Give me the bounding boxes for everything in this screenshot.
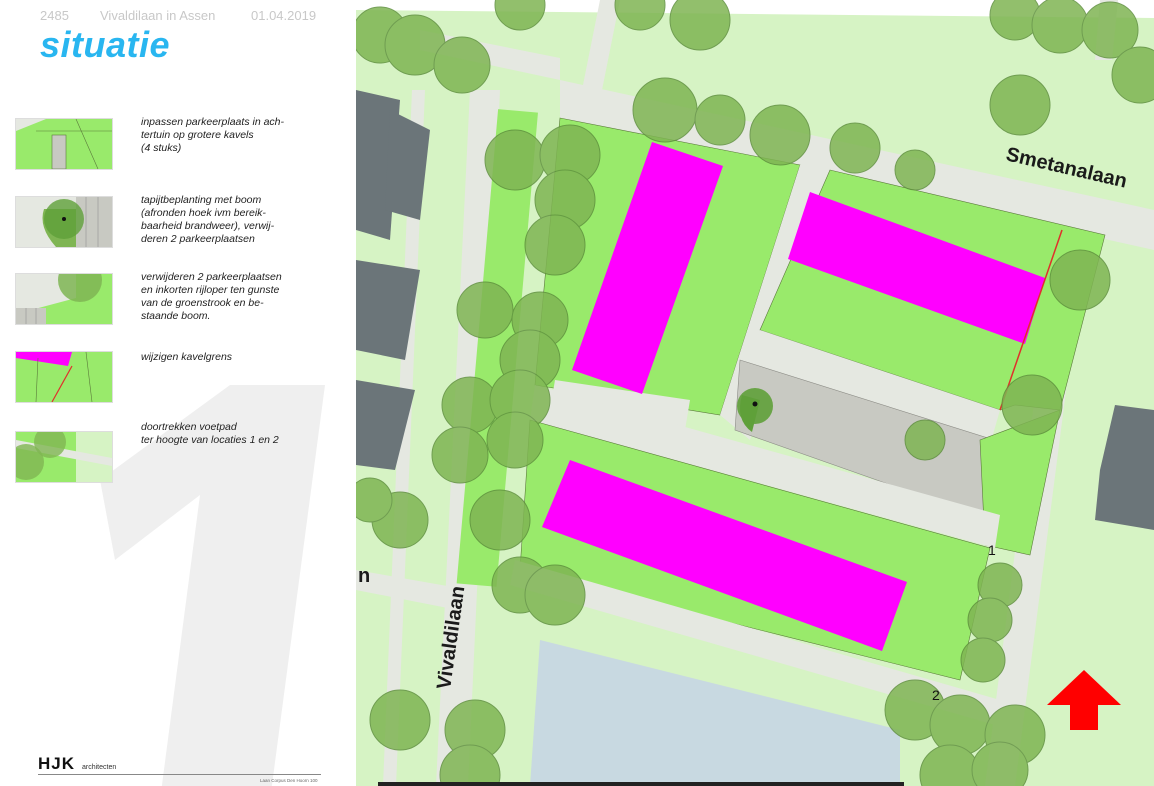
legend-text-plot-boundary: wijzigen kavelgrens (141, 351, 233, 363)
project-name: Vivaldilaan in Assen (100, 8, 216, 23)
location-marker-1: 1 (988, 542, 996, 558)
legend-thumb-parking-backyard (15, 118, 113, 170)
legend-text-remove-parking: verwijderen 2 parkeerplaatsen en inkorte… (141, 271, 282, 322)
logo-subtitle: architecten (82, 764, 117, 771)
page-title: situatie (40, 24, 171, 65)
street-label-partial: n (358, 565, 370, 587)
legend-thumb-carpet-planting (15, 196, 113, 248)
legend-thumb-footpath (15, 431, 113, 483)
logo-address: Laan Corpus Den Hoorn 100 (260, 778, 318, 783)
legend-text-footpath: doortrekken voetpad ter hoogte van locat… (141, 421, 279, 446)
location-marker-2: 2 (932, 687, 940, 703)
legend-text-carpet-planting: tapijtbeplanting met boom (afronden hoek… (141, 194, 275, 245)
site-plan-map: Smetanalaan Vivaldilaan n 1 2 (356, 0, 1154, 786)
legend-thumb-remove-parking (15, 273, 113, 325)
hjk-logo: HJK (38, 754, 76, 773)
project-date: 01.04.2019 (251, 8, 317, 23)
legend-text-parking-backyard: inpassen parkeerplaats in ach- tertuin o… (141, 116, 285, 154)
project-number: 2485 (40, 8, 69, 23)
legend-thumb-plot-boundary (15, 351, 113, 403)
logo-underline (38, 774, 321, 775)
legend-panel: 2485 Vivaldilaan in Assen 01.04.2019 sit… (0, 0, 355, 786)
